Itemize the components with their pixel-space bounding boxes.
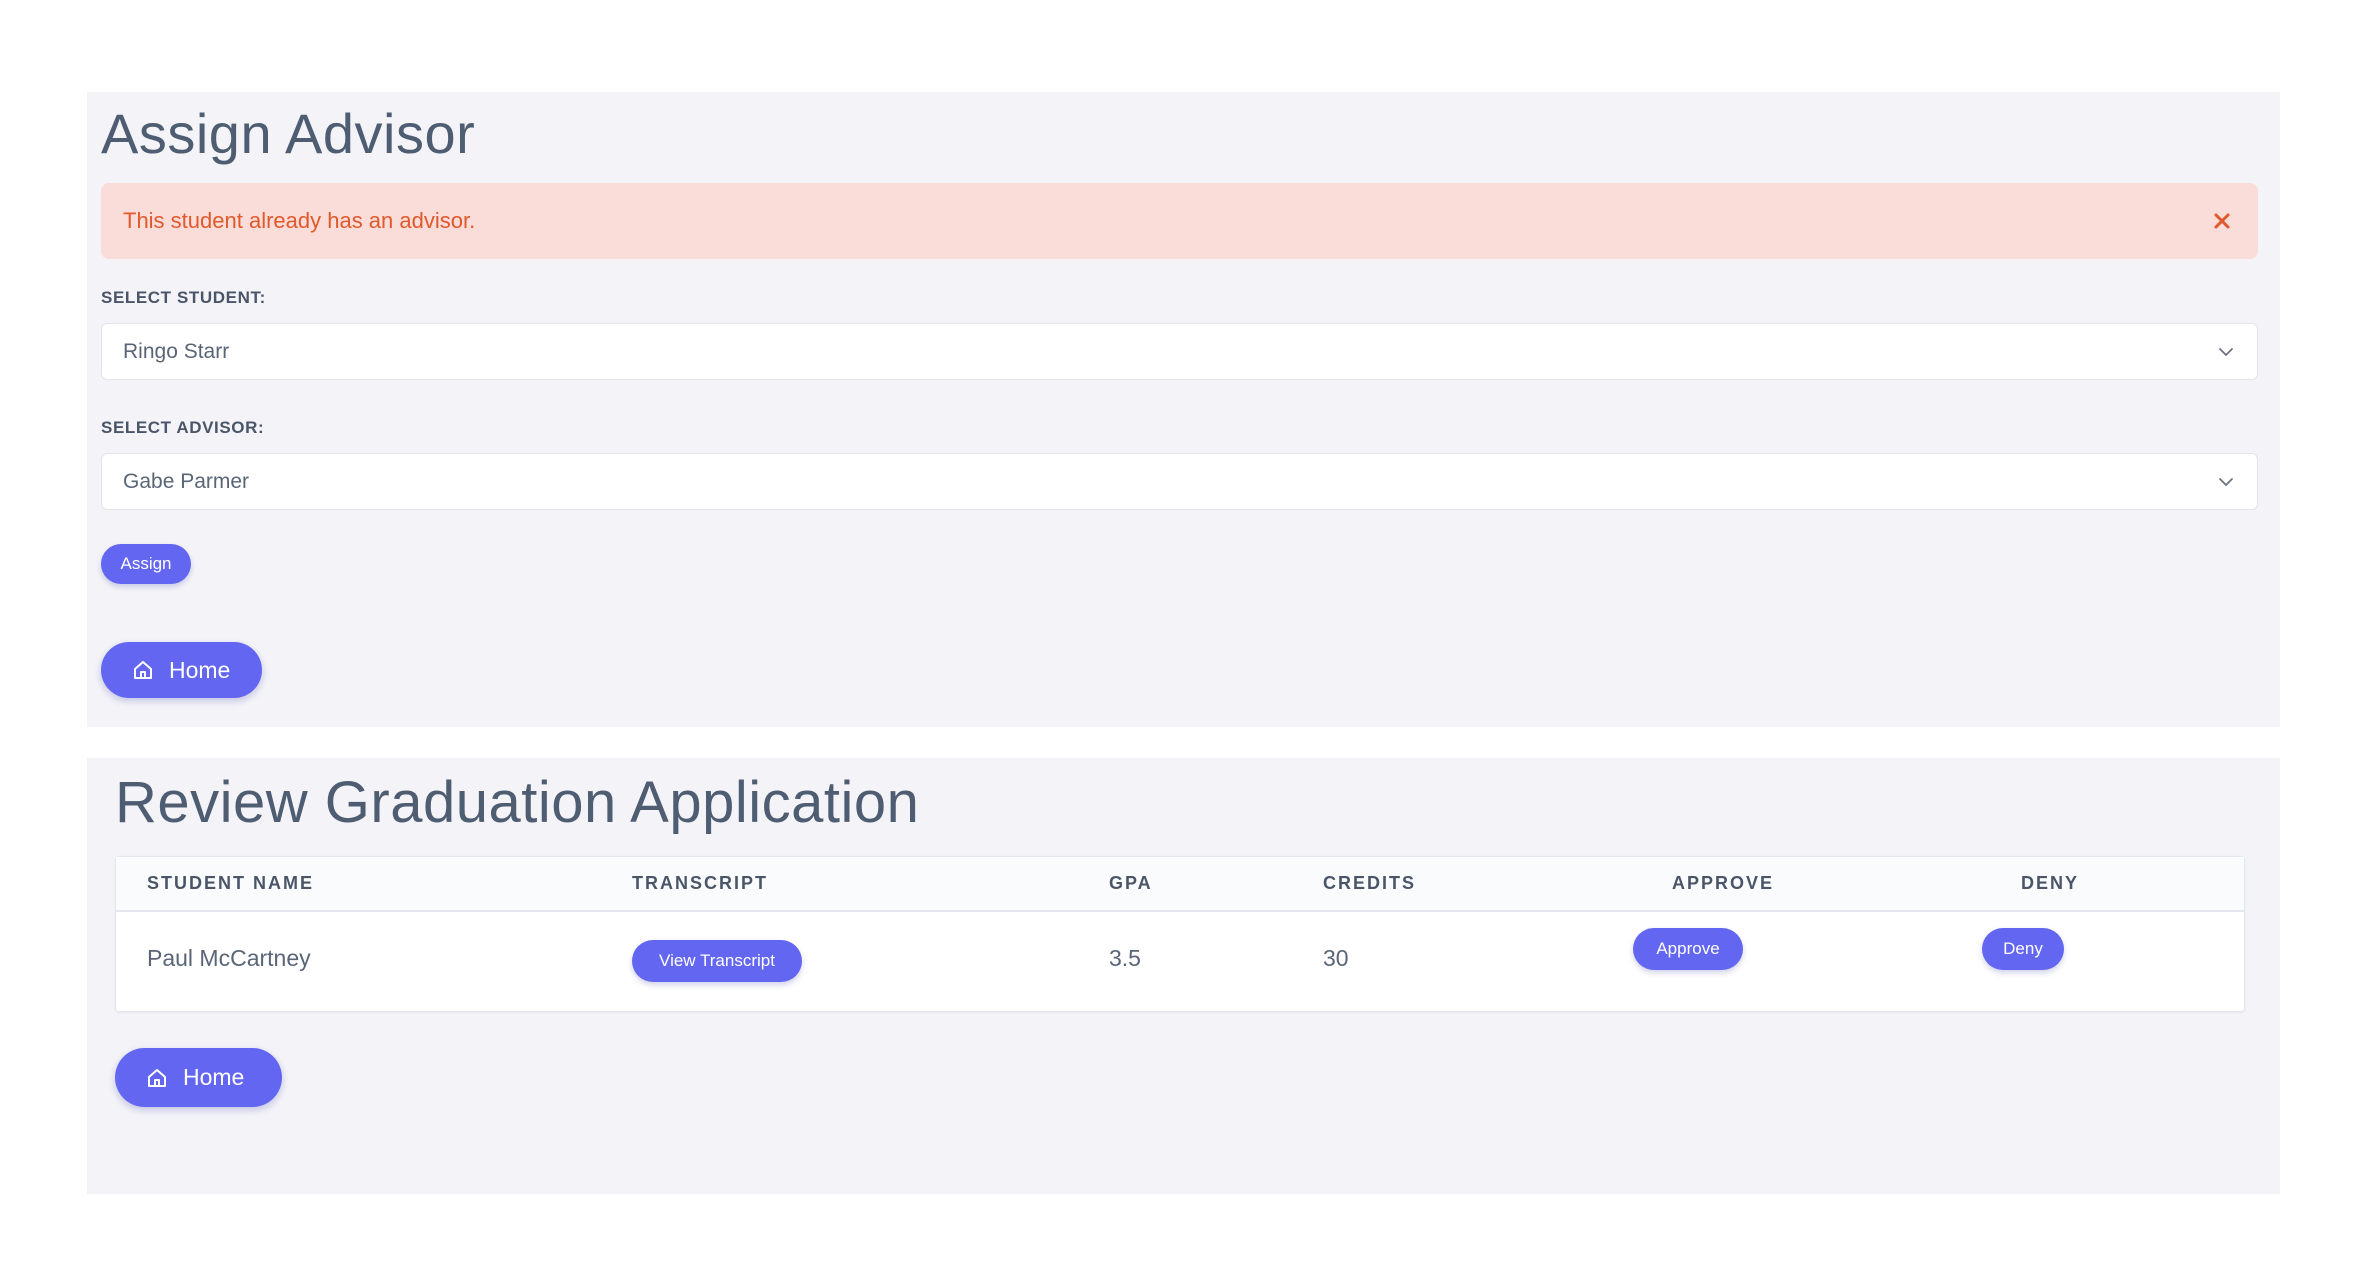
table-header: STUDENT NAME TRANSCRIPT GPA CREDITS APPR… (116, 857, 2244, 912)
alert-message: This student already has an advisor. (123, 208, 476, 233)
home-button[interactable]: Home (101, 642, 262, 698)
approve-button[interactable]: Approve (1633, 928, 1743, 970)
column-header-deny: DENY (2021, 873, 2080, 893)
home-button-label: Home (169, 657, 231, 683)
home-button-label: Home (183, 1064, 245, 1090)
home-button[interactable]: Home (115, 1048, 282, 1107)
applications-table: STUDENT NAME TRANSCRIPT GPA CREDITS APPR… (115, 856, 2245, 1012)
page-title: Assign Advisor (101, 102, 476, 165)
chevron-down-icon (2217, 343, 2235, 361)
review-graduation-panel: Review Graduation Application STUDENT NA… (87, 758, 2280, 1194)
student-select[interactable]: Ringo Starr (101, 323, 2258, 380)
assign-button[interactable]: Assign (101, 544, 191, 584)
close-icon[interactable] (2204, 203, 2240, 239)
gpa-cell: 3.5 (1109, 945, 1141, 971)
assign-advisor-panel: Assign Advisor This student already has … (87, 92, 2280, 727)
column-header-approve: APPROVE (1672, 873, 1775, 893)
advisor-field-label: SELECT ADVISOR: (101, 418, 265, 437)
student-select-value: Ringo Starr (123, 340, 230, 363)
page-title: Review Graduation Application (115, 770, 920, 835)
advisor-select[interactable]: Gabe Parmer (101, 453, 2258, 510)
student-field-label: SELECT STUDENT: (101, 288, 266, 307)
advisor-select-value: Gabe Parmer (123, 470, 250, 493)
column-header-gpa: GPA (1109, 873, 1153, 893)
home-icon (131, 658, 155, 682)
student-name-cell: Paul McCartney (147, 945, 311, 971)
deny-button[interactable]: Deny (1982, 928, 2064, 970)
view-transcript-button[interactable]: View Transcript (632, 940, 802, 982)
credits-cell: 30 (1323, 945, 1349, 971)
error-alert: This student already has an advisor. (101, 183, 2258, 259)
chevron-down-icon (2217, 473, 2235, 491)
home-icon (145, 1066, 169, 1090)
column-header-transcript: TRANSCRIPT (632, 873, 768, 893)
column-header-student-name: STUDENT NAME (147, 873, 314, 893)
column-header-credits: CREDITS (1323, 873, 1417, 893)
